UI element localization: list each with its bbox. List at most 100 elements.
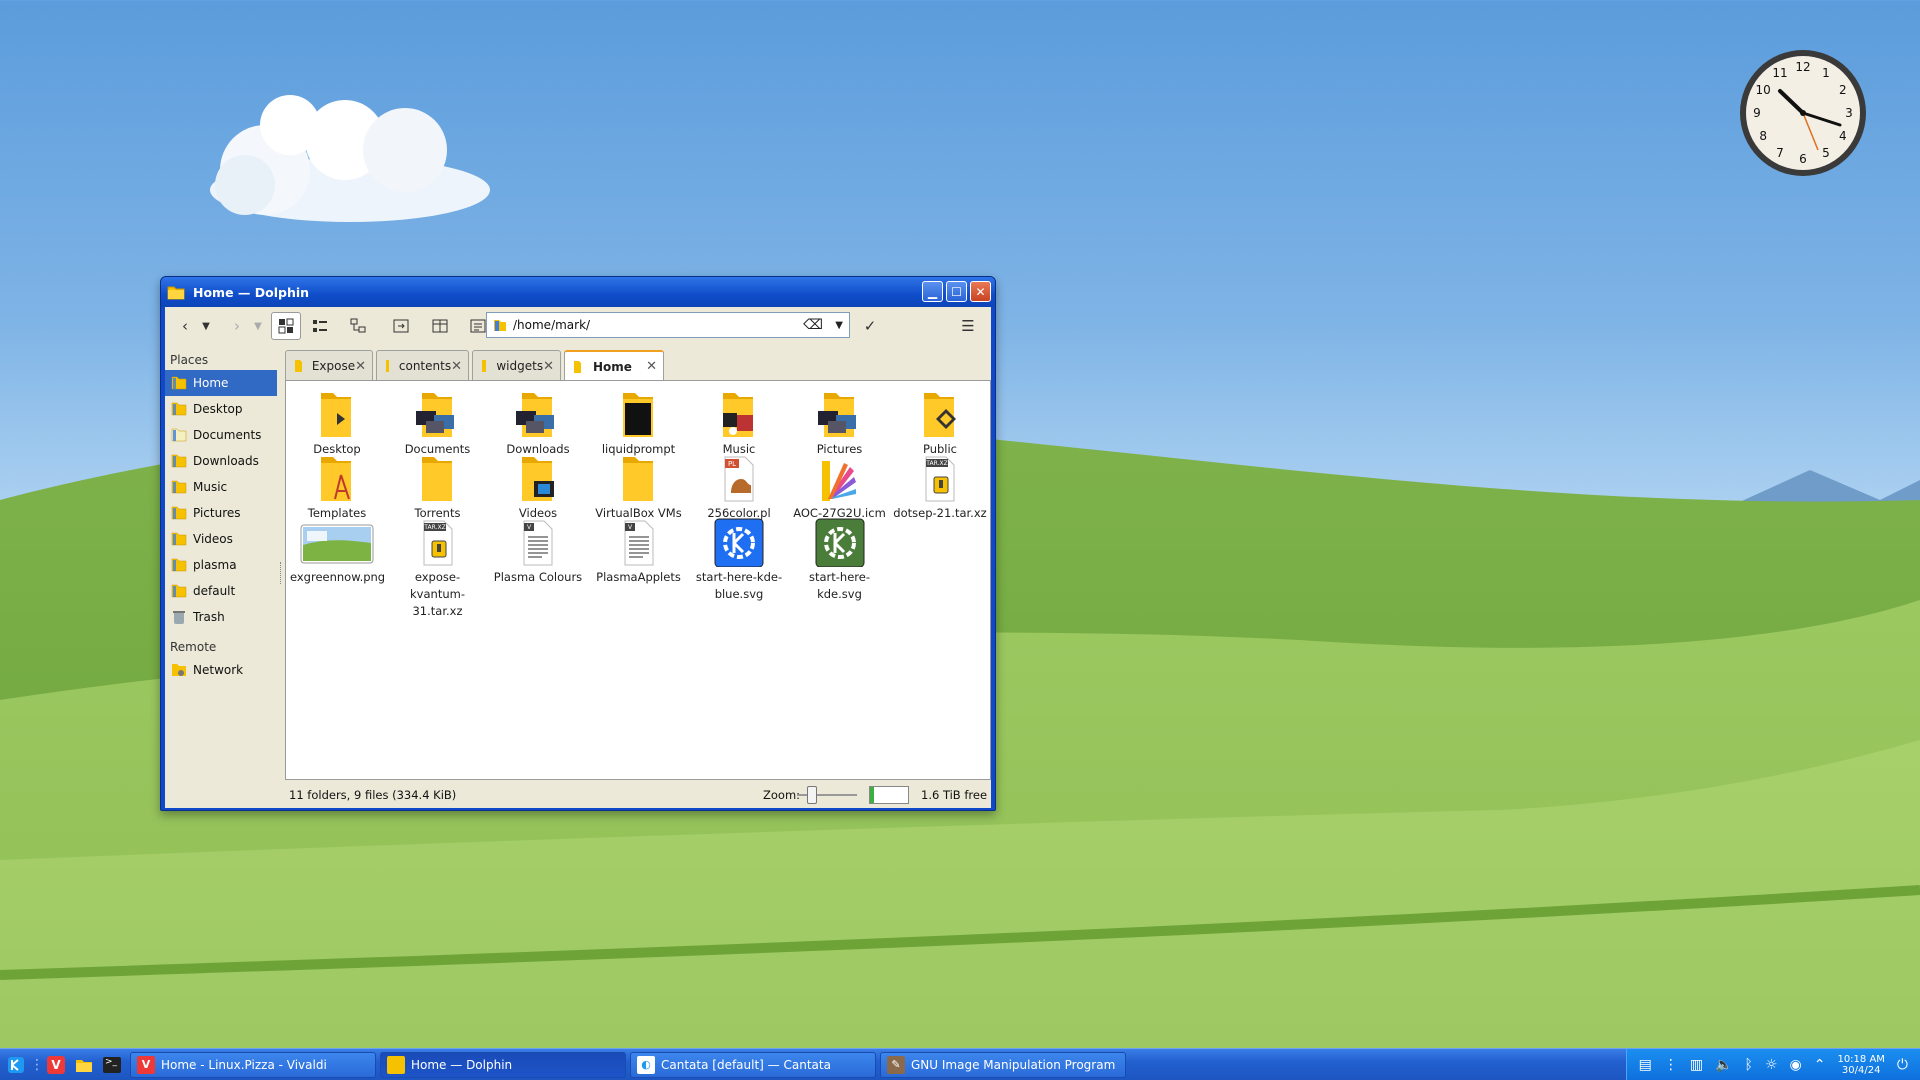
chevron-down-icon[interactable]: ▼ (835, 320, 843, 331)
folder-icon (171, 506, 187, 520)
file-item[interactable]: exgreennow.png (290, 517, 385, 586)
places-item-trash[interactable]: Trash (165, 604, 277, 630)
places-item-videos[interactable]: Videos (165, 526, 277, 552)
window-list-icon[interactable]: ▤ (1639, 1057, 1652, 1073)
places-item-pictures[interactable]: Pictures (165, 500, 277, 526)
file-item[interactable]: VirtualBox VMs (592, 453, 686, 522)
places-item-desktop[interactable]: Desktop (165, 396, 277, 422)
launcher-terminal[interactable]: >_ (98, 1052, 126, 1078)
file-item[interactable]: Public (893, 389, 987, 458)
application-launcher-button[interactable] (2, 1052, 30, 1078)
places-item-plasma[interactable]: plasma (165, 552, 277, 578)
file-item[interactable]: V Plasma Colours (491, 517, 585, 586)
file-item[interactable]: Videos (491, 453, 585, 522)
tab-bar: Expose ✕ contents ✕ widgets ✕ Home ✕ (285, 350, 664, 381)
analog-clock-widget[interactable]: 12 12 3 45 6 78 9 1011 (1738, 48, 1868, 178)
maximize-button[interactable]: ☐ (946, 281, 967, 302)
location-bar[interactable]: /home/mark/ ⌫ ▼ (486, 312, 850, 338)
panel-grip-icon[interactable]: ⋮ (1664, 1057, 1678, 1073)
file-item[interactable]: PL 256color.pl (692, 453, 786, 522)
close-tab-icon[interactable]: ✕ (543, 359, 554, 374)
file-item[interactable]: start-here-kde-blue.svg (692, 517, 786, 603)
preview-button[interactable] (421, 312, 459, 340)
dolphin-window[interactable]: Home — Dolphin ▁ ☐ ✕ ‹ ▼ › ▼ /home/mark/… (160, 276, 996, 811)
places-item-music[interactable]: Music (165, 474, 277, 500)
split-button[interactable] (381, 312, 421, 340)
file-item[interactable]: Templates (290, 453, 384, 522)
file-item[interactable]: Documents (391, 389, 485, 458)
digital-clock[interactable]: 10:18 AM 30/4/24 (1837, 1054, 1884, 1076)
checkmark-icon: ✓ (863, 317, 877, 335)
close-button[interactable]: ✕ (970, 281, 991, 302)
places-item-home[interactable]: Home (165, 370, 277, 396)
file-item[interactable]: Desktop (290, 389, 384, 458)
file-item[interactable]: start-here-kde.svg (793, 517, 887, 603)
clock-number: 9 (1753, 106, 1761, 120)
clear-location-icon[interactable]: ⌫ (803, 317, 823, 333)
places-item-documents[interactable]: Documents (165, 422, 277, 448)
minimize-button[interactable]: ▁ (922, 281, 943, 302)
tab-contents[interactable]: contents ✕ (376, 350, 469, 381)
file-item[interactable]: TAR.XZ expose-kvantum-31.tar.xz (391, 517, 485, 620)
clipboard-icon[interactable]: ▥ (1690, 1057, 1703, 1073)
tab-home[interactable]: Home ✕ (564, 350, 664, 381)
folder-icon (171, 454, 187, 468)
back-history-button[interactable]: ▼ (197, 312, 215, 340)
file-item[interactable]: liquidprompt (592, 389, 686, 458)
places-item-network[interactable]: Network (165, 657, 277, 683)
details-view-button[interactable] (339, 312, 377, 340)
file-label: start-here-kde.svg (809, 570, 870, 601)
taskbar-task[interactable]: V Home - Linux.Pizza - Vivaldi (130, 1051, 376, 1078)
places-item-label: Music (193, 480, 228, 494)
file-view[interactable]: Desktop Documents Downloads liquidprompt Mus… (285, 380, 991, 780)
bluetooth-icon[interactable]: ᛒ (1745, 1057, 1753, 1073)
archive-icon: TAR.XZ (423, 520, 452, 566)
panel-grip-icon[interactable]: ⋮ (30, 1057, 44, 1073)
clock-number: 11 (1772, 66, 1787, 80)
file-item[interactable]: Pictures (793, 389, 887, 458)
titlebar[interactable]: Home — Dolphin ▁ ☐ ✕ (161, 277, 995, 307)
power-icon[interactable]: ⏻ (1897, 1057, 1908, 1073)
confirm-location-button[interactable]: ✓ (857, 312, 883, 340)
text-file-icon: V (523, 520, 553, 566)
places-item-default[interactable]: default (165, 578, 277, 604)
network-icon[interactable]: ◉ (1790, 1057, 1802, 1073)
file-item[interactable]: Music (692, 389, 786, 458)
tab-widgets[interactable]: widgets ✕ (472, 350, 561, 381)
taskbar-task[interactable]: ◐ Cantata [default] — Cantata (630, 1051, 876, 1078)
forward-button[interactable]: › (225, 312, 249, 340)
chevron-up-icon[interactable]: ⌃ (1814, 1057, 1826, 1073)
clock-number: 6 (1799, 152, 1807, 166)
launcher-vivaldi[interactable]: V (42, 1052, 70, 1078)
free-space-bar (869, 786, 909, 804)
location-path[interactable]: /home/mark/ (513, 318, 590, 332)
file-item[interactable]: V PlasmaApplets (592, 517, 686, 586)
status-bar: 11 folders, 9 files (334.4 KiB) Zoom: 1.… (285, 784, 991, 806)
menu-button[interactable]: ☰ (955, 312, 981, 340)
volume-icon[interactable]: 🔈 (1715, 1057, 1732, 1073)
places-heading: Places (170, 353, 209, 367)
taskbar-task[interactable]: Home — Dolphin (380, 1051, 626, 1078)
taskbar-task[interactable]: ✎ GNU Image Manipulation Program (880, 1051, 1126, 1078)
folder-icon (171, 428, 187, 442)
file-item[interactable]: AOC-27G2U.icm (793, 453, 887, 522)
file-item[interactable]: Torrents (391, 453, 485, 522)
back-button[interactable]: ‹ (173, 312, 197, 340)
file-item[interactable]: Downloads (491, 389, 585, 458)
compact-view-button[interactable] (301, 312, 339, 340)
launcher-dolphin[interactable] (70, 1052, 98, 1078)
zoom-slider[interactable] (797, 786, 857, 804)
tab-expose[interactable]: Expose ✕ (285, 350, 373, 381)
panel-splitter[interactable] (280, 562, 282, 584)
zoom-slider-handle[interactable] (807, 786, 817, 804)
places-item-downloads[interactable]: Downloads (165, 448, 277, 474)
clock-date: 30/4/24 (1841, 1065, 1881, 1076)
brightness-icon[interactable]: ☼ (1765, 1057, 1778, 1073)
close-tab-icon[interactable]: ✕ (646, 359, 657, 374)
close-tab-icon[interactable]: ✕ (451, 359, 462, 374)
file-item[interactable]: TAR.XZ dotsep-21.tar.xz (893, 453, 987, 522)
task-label: Home — Dolphin (411, 1057, 513, 1072)
close-tab-icon[interactable]: ✕ (355, 359, 366, 374)
icons-view-button[interactable] (271, 312, 301, 340)
forward-history-button[interactable]: ▼ (249, 312, 267, 340)
